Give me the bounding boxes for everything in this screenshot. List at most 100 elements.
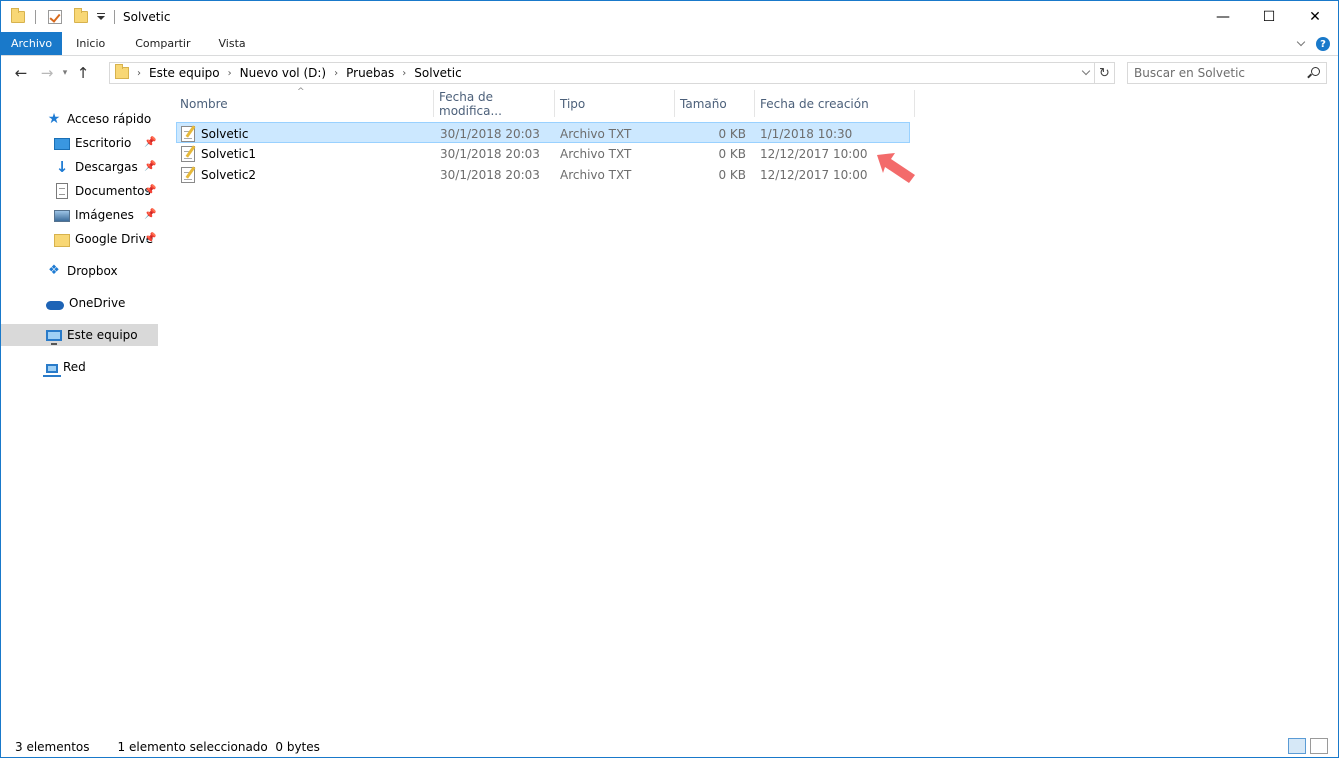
recent-locations-icon[interactable]: ▾ [58,68,72,78]
breadcrumb-separator[interactable]: › [334,68,338,79]
pictures-icon [54,210,70,222]
column-header-nombre[interactable]: Nombre [176,90,434,117]
breadcrumb-separator[interactable]: › [228,68,232,79]
column-header-fecha-creacion[interactable]: Fecha de creación [756,90,915,117]
sidebar-item-dropbox[interactable]: ❖ Dropbox [46,260,161,282]
column-header-tamano[interactable]: Tamaño [676,90,755,117]
chevron-down-icon [1081,68,1091,78]
sidebar-item-label: Este equipo [67,328,138,342]
search-placeholder: Buscar en Solvetic [1134,66,1246,80]
tab-compartir[interactable]: Compartir [119,32,204,55]
file-explorer-window: Solvetic — ☐ ✕ Archivo Inicio Compartir … [0,0,1339,758]
column-header-fecha-modificacion[interactable]: Fecha de modifica... [435,90,555,118]
item-count: 3 elementos [15,740,90,754]
breadcrumb-separator: › [137,67,141,79]
large-icons-view-icon[interactable] [1310,738,1328,754]
pin-icon: 📌 [144,161,157,172]
help-icon[interactable]: ? [1316,37,1330,51]
text-file-icon [181,145,195,162]
selection-info: 1 elemento seleccionado 0 bytes [117,740,320,754]
pin-icon: 📌 [144,233,157,244]
close-button[interactable]: ✕ [1292,1,1338,32]
back-arrow-icon[interactable]: ← [10,62,32,84]
pin-icon: 📌 [144,185,157,196]
sidebar-item-label: Documentos [75,184,151,198]
file-name: Solvetic1 [201,146,257,161]
file-list: ^ Nombre Fecha de modifica... Tipo Tamañ… [176,87,916,183]
expand-ribbon-icon[interactable] [1296,39,1306,49]
tab-vista[interactable]: Vista [205,32,260,55]
sidebar-item-label: Google Drive [75,232,154,246]
dropbox-icon: ❖ [48,263,60,278]
up-arrow-icon[interactable]: ↑ [72,62,94,84]
address-dropdown-icon[interactable] [1078,63,1094,83]
ribbon-tabs: Archivo Inicio Compartir Vista ? [1,32,1338,56]
desktop-icon [54,138,70,150]
documents-icon [56,183,68,199]
new-folder-icon[interactable] [74,7,88,23]
file-modified: 30/1/2018 20:03 [440,126,540,141]
maximize-button[interactable]: ☐ [1246,1,1292,32]
annotation-arrow-icon [877,153,915,183]
onedrive-icon [46,301,64,310]
sidebar-item-google-drive[interactable]: Google Drive 📌 [54,228,161,250]
forward-arrow-icon[interactable]: → [36,62,58,84]
window-title: Solvetic [123,9,171,24]
file-type: Archivo TXT [560,126,632,141]
file-created: 12/12/2017 10:00 [760,167,868,182]
sidebar-item-label: Dropbox [67,264,118,278]
navigation-bar: ← → ▾ ↑ › Este equipo › Nuevo vol (D:) ›… [1,57,1338,89]
sidebar-item-label: Imágenes [75,208,134,222]
file-size: 0 KB [718,146,746,161]
ribbon-right-controls: ? [1296,32,1330,56]
file-created: 1/1/2018 10:30 [760,126,853,141]
tab-archivo[interactable]: Archivo [1,32,63,55]
breadcrumb-separator[interactable]: › [402,68,406,79]
sidebar-item-label: OneDrive [69,296,126,310]
toolbar-separator [35,9,36,24]
file-name-cell: Solvetic [181,123,248,144]
minimize-button[interactable]: — [1200,1,1246,32]
text-file-icon [181,166,195,183]
customize-toolbar-icon[interactable] [96,12,106,22]
file-name: Solvetic2 [201,167,257,182]
refresh-icon[interactable]: ↻ [1094,63,1114,83]
properties-icon[interactable] [48,9,62,24]
folder-icon [115,64,129,79]
sidebar-item-documentos[interactable]: Documentos 📌 [54,180,161,202]
sidebar-item-este-equipo[interactable]: Este equipo [1,324,158,346]
tab-inicio[interactable]: Inicio [62,32,119,55]
column-header-tipo[interactable]: Tipo [556,90,675,117]
sidebar-item-escritorio[interactable]: Escritorio 📌 [54,132,161,154]
sidebar-item-onedrive[interactable]: OneDrive [46,292,161,314]
status-bar: 3 elementos 1 elemento seleccionado 0 by… [1,736,1338,758]
sidebar-item-descargas[interactable]: ↓ Descargas 📌 [54,156,161,178]
address-bar[interactable]: › Este equipo › Nuevo vol (D:) › Pruebas… [109,62,1115,84]
file-row[interactable]: Solvetic2 30/1/2018 20:03 Archivo TXT 0 … [176,164,910,185]
file-row[interactable]: Solvetic 30/1/2018 20:03 Archivo TXT 0 K… [176,122,910,143]
navigation-pane: ★ Acceso rápido Escritorio 📌 ↓ Descargas… [1,97,161,727]
breadcrumb-pruebas[interactable]: Pruebas [346,66,394,80]
file-size: 0 KB [718,167,746,182]
sidebar-item-label: Red [63,360,86,374]
sidebar-item-imagenes[interactable]: Imágenes 📌 [54,204,161,226]
file-row[interactable]: Solvetic1 30/1/2018 20:03 Archivo TXT 0 … [176,143,910,164]
file-list-header: ^ Nombre Fecha de modifica... Tipo Tamañ… [176,87,916,118]
quick-access-toolbar [9,1,123,32]
star-icon: ★ [47,111,61,127]
text-file-icon [181,125,195,142]
search-icon[interactable] [1311,67,1320,76]
search-input[interactable]: Buscar en Solvetic [1127,62,1327,84]
title-bar: Solvetic — ☐ ✕ [1,1,1338,32]
breadcrumb-nuevo-vol[interactable]: Nuevo vol (D:) [240,66,326,80]
view-buttons [1288,738,1328,754]
breadcrumb-este-equipo[interactable]: Este equipo [149,66,220,80]
details-view-icon[interactable] [1288,738,1306,754]
file-name: Solvetic [201,126,249,141]
breadcrumb-solvetic[interactable]: Solvetic [414,66,461,80]
sidebar-item-red[interactable]: Red [43,356,161,378]
sidebar-item-acceso-rapido[interactable]: ★ Acceso rápido [46,108,161,130]
file-created: 12/12/2017 10:00 [760,146,868,161]
sidebar-item-label: Descargas [75,160,138,174]
folder-icon [54,233,70,247]
